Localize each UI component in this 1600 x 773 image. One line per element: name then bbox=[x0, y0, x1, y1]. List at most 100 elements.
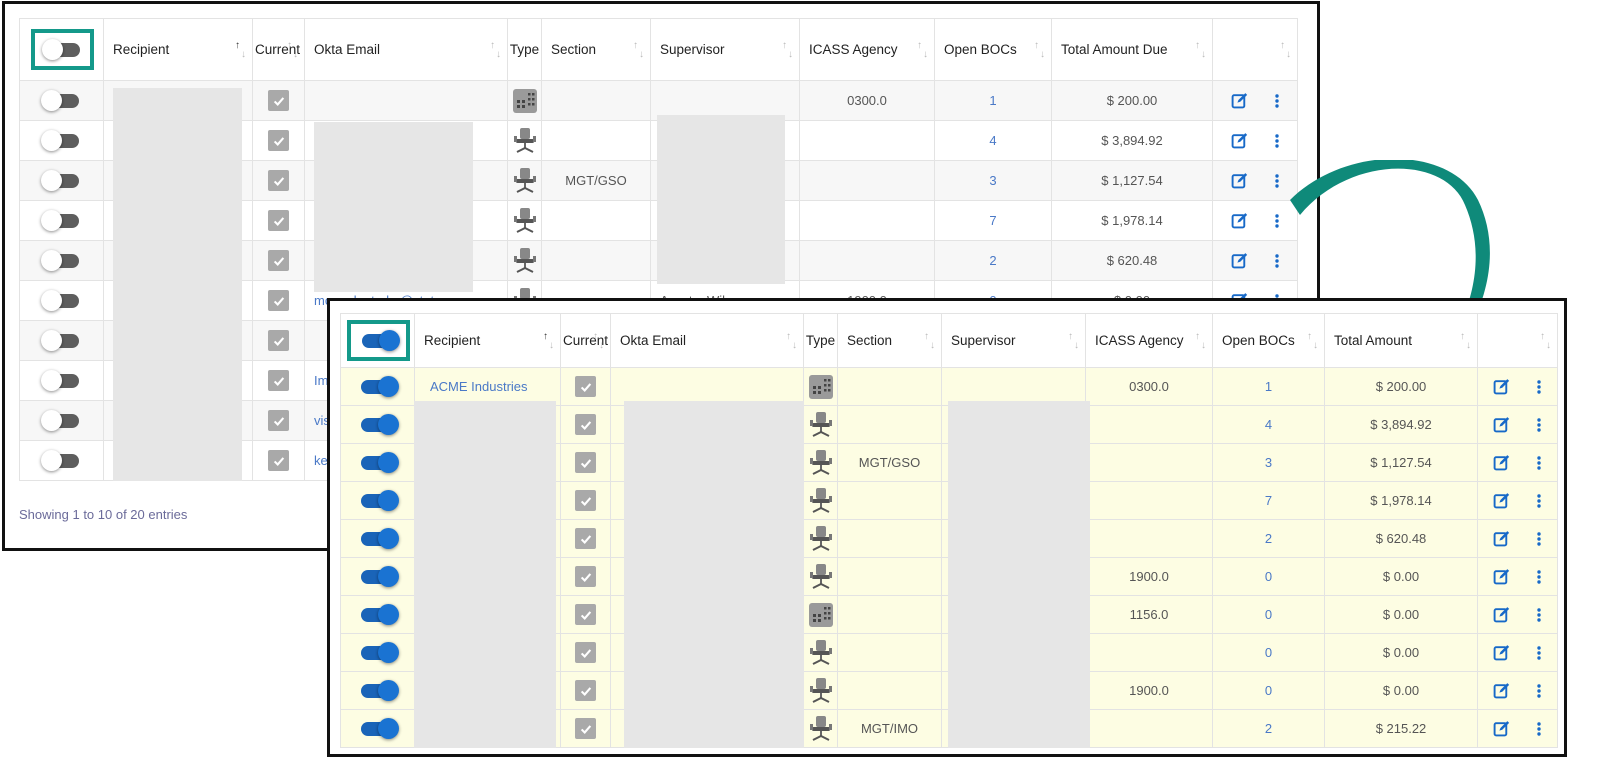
edit-icon[interactable] bbox=[1493, 720, 1510, 737]
sort-arrows-icon[interactable]: ↑ ↓ bbox=[1195, 331, 1206, 350]
row-select-toggle[interactable] bbox=[360, 528, 399, 550]
more-vertical-icon[interactable] bbox=[1536, 379, 1542, 395]
column-header-recipient[interactable]: Recipient ↑ ↓ bbox=[103, 18, 253, 81]
column-header-okta-email[interactable]: Okta Email ↑ ↓ bbox=[610, 313, 804, 368]
column-header-open-bocs[interactable]: Open BOCs ↑ ↓ bbox=[1212, 313, 1325, 368]
column-header-type[interactable]: Type bbox=[803, 313, 838, 368]
row-select-toggle[interactable] bbox=[40, 130, 79, 152]
sort-arrows-icon[interactable]: ↑ ↓ bbox=[1540, 331, 1551, 350]
more-vertical-icon[interactable] bbox=[1274, 173, 1280, 189]
row-select-toggle[interactable] bbox=[360, 376, 399, 398]
select-all-toggle[interactable] bbox=[361, 329, 400, 351]
open-bocs-link[interactable]: 0 bbox=[1212, 595, 1325, 634]
current-checkbox[interactable] bbox=[268, 90, 289, 111]
open-bocs-link[interactable]: 0 bbox=[1212, 557, 1325, 596]
current-cell[interactable] bbox=[252, 280, 305, 321]
edit-icon[interactable] bbox=[1231, 132, 1248, 149]
current-checkbox[interactable] bbox=[575, 718, 596, 739]
current-cell[interactable] bbox=[252, 120, 305, 161]
table-row[interactable]: ACME Industries 0300.0 1 $ 200.00 bbox=[340, 367, 1558, 406]
row-select-toggle[interactable] bbox=[40, 90, 79, 112]
sort-arrows-icon[interactable]: ↑ ↓ bbox=[1068, 331, 1079, 350]
sort-arrows-icon[interactable]: ↑ ↓ bbox=[1034, 40, 1045, 59]
current-cell[interactable] bbox=[560, 519, 611, 558]
open-bocs-link[interactable]: 3 bbox=[934, 160, 1052, 201]
current-checkbox[interactable] bbox=[268, 410, 289, 431]
open-bocs-link[interactable]: 1 bbox=[934, 80, 1052, 121]
current-cell[interactable] bbox=[560, 367, 611, 406]
current-cell[interactable] bbox=[560, 443, 611, 482]
sort-arrows-icon[interactable]: ↑ ↓ bbox=[1307, 331, 1318, 350]
column-header-recipient[interactable]: Recipient ↑ ↓ bbox=[414, 313, 561, 368]
open-bocs-link[interactable]: 2 bbox=[1212, 519, 1325, 558]
more-vertical-icon[interactable] bbox=[1536, 531, 1542, 547]
column-header-actions[interactable]: ↑ ↓ bbox=[1477, 313, 1558, 368]
row-select-toggle[interactable] bbox=[360, 642, 399, 664]
sort-arrows-icon[interactable]: ↑ ↓ bbox=[1280, 40, 1291, 59]
current-checkbox[interactable] bbox=[268, 170, 289, 191]
row-select-toggle[interactable] bbox=[40, 330, 79, 352]
edit-icon[interactable] bbox=[1231, 212, 1248, 229]
current-checkbox[interactable] bbox=[268, 370, 289, 391]
column-header-supervisor[interactable]: Supervisor ↑ ↓ bbox=[650, 18, 800, 81]
more-vertical-icon[interactable] bbox=[1274, 93, 1280, 109]
current-cell[interactable] bbox=[560, 557, 611, 596]
edit-icon[interactable] bbox=[1493, 682, 1510, 699]
open-bocs-link[interactable]: 0 bbox=[1212, 671, 1325, 710]
row-select-toggle[interactable] bbox=[360, 414, 399, 436]
row-select-toggle[interactable] bbox=[360, 718, 399, 740]
sort-arrows-icon[interactable]: ↑ ↓ bbox=[543, 331, 554, 350]
row-select-toggle[interactable] bbox=[40, 170, 79, 192]
sort-arrows-icon[interactable]: ↑ ↓ bbox=[235, 40, 246, 59]
column-header-icass-agency[interactable]: ICASS Agency ↑ ↓ bbox=[1085, 313, 1213, 368]
current-checkbox[interactable] bbox=[268, 210, 289, 231]
open-bocs-link[interactable]: 7 bbox=[934, 200, 1052, 241]
current-checkbox[interactable] bbox=[575, 452, 596, 473]
column-header-section[interactable]: Section ↑ ↓ bbox=[837, 313, 942, 368]
edit-icon[interactable] bbox=[1493, 568, 1510, 585]
current-cell[interactable] bbox=[560, 671, 611, 710]
row-select-toggle[interactable] bbox=[360, 680, 399, 702]
current-checkbox[interactable] bbox=[575, 414, 596, 435]
edit-icon[interactable] bbox=[1231, 92, 1248, 109]
sort-arrows-icon[interactable]: ↑ ↓ bbox=[490, 40, 501, 59]
email-cell[interactable] bbox=[304, 80, 508, 121]
more-vertical-icon[interactable] bbox=[1536, 417, 1542, 433]
recipient-cell[interactable]: ACME Industries bbox=[414, 367, 561, 406]
row-select-toggle[interactable] bbox=[360, 604, 399, 626]
current-checkbox[interactable] bbox=[268, 290, 289, 311]
open-bocs-link[interactable]: 2 bbox=[1212, 709, 1325, 748]
sort-arrows-icon[interactable]: ↑ ↓ bbox=[1195, 40, 1206, 59]
more-vertical-icon[interactable] bbox=[1274, 133, 1280, 149]
edit-icon[interactable] bbox=[1493, 606, 1510, 623]
column-header-total-amount[interactable]: Total Amount ↑ ↓ bbox=[1324, 313, 1478, 368]
sort-arrows-icon[interactable]: ↑ ↓ bbox=[782, 40, 793, 59]
open-bocs-link[interactable]: 7 bbox=[1212, 481, 1325, 520]
current-cell[interactable] bbox=[252, 440, 305, 481]
row-select-toggle[interactable] bbox=[40, 450, 79, 472]
current-checkbox[interactable] bbox=[268, 450, 289, 471]
current-cell[interactable] bbox=[560, 481, 611, 520]
current-cell[interactable] bbox=[560, 595, 611, 634]
edit-icon[interactable] bbox=[1493, 454, 1510, 471]
column-header-select-all[interactable] bbox=[340, 313, 415, 368]
edit-icon[interactable] bbox=[1493, 378, 1510, 395]
sort-arrows-icon[interactable]: ↑ ↓ bbox=[786, 331, 797, 350]
select-all-toggle[interactable] bbox=[41, 38, 80, 60]
current-cell[interactable] bbox=[252, 360, 305, 401]
open-bocs-link[interactable]: 4 bbox=[934, 120, 1052, 161]
edit-icon[interactable] bbox=[1493, 530, 1510, 547]
more-vertical-icon[interactable] bbox=[1274, 253, 1280, 269]
current-cell[interactable] bbox=[252, 240, 305, 281]
column-header-total-amount[interactable]: Total Amount Due ↑ ↓ bbox=[1051, 18, 1213, 81]
open-bocs-link[interactable]: 0 bbox=[1212, 633, 1325, 672]
column-header-actions[interactable]: ↑ ↓ bbox=[1212, 18, 1298, 81]
row-select-toggle[interactable] bbox=[360, 566, 399, 588]
sort-arrows-icon[interactable]: ↑ ↓ bbox=[924, 331, 935, 350]
row-select-toggle[interactable] bbox=[40, 290, 79, 312]
column-header-icass-agency[interactable]: ICASS Agency ↑ ↓ bbox=[799, 18, 935, 81]
edit-icon[interactable] bbox=[1231, 172, 1248, 189]
column-header-open-bocs[interactable]: Open BOCs ↑ ↓ bbox=[934, 18, 1052, 81]
column-header-okta-email[interactable]: Okta Email ↑ ↓ bbox=[304, 18, 508, 81]
current-cell[interactable] bbox=[252, 400, 305, 441]
